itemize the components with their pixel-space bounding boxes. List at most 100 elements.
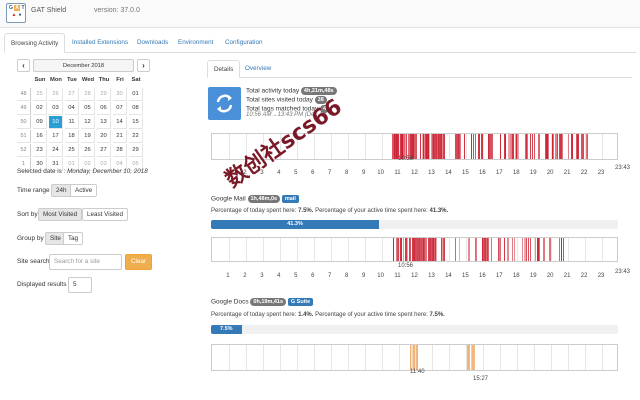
calendar-day[interactable]: 26 (81, 144, 95, 157)
hour-tick-label: 4 (277, 273, 281, 279)
calendar-day[interactable]: 28 (113, 144, 127, 157)
activity-mark (524, 238, 527, 261)
calendar-day[interactable]: 04 (65, 102, 79, 115)
site-timeline (211, 344, 618, 371)
activity-mark (392, 134, 394, 159)
calendar-day[interactable]: 27 (97, 144, 111, 157)
activity-mark (491, 238, 493, 261)
week-number: 51 (17, 130, 31, 143)
calendar-day[interactable]: 25 (33, 88, 47, 101)
calendar-day[interactable]: 28 (81, 88, 95, 101)
time-range-24h-button[interactable]: 24h (51, 184, 72, 197)
calendar-day[interactable]: 27 (65, 88, 79, 101)
timeline-gridline (279, 345, 281, 370)
calendar-day[interactable]: 14 (113, 116, 127, 129)
timeline-gridline (483, 345, 485, 370)
total-activity-label: Total activity today (246, 87, 300, 95)
timeline-gridline (449, 238, 451, 261)
sort-most-visited-button[interactable]: Most Visited (38, 208, 83, 221)
calendar-day[interactable]: 07 (113, 102, 127, 115)
activity-mark (476, 238, 478, 261)
activity-mark (414, 345, 416, 370)
group-by-label: Group by (17, 235, 44, 242)
calendar-day[interactable]: 18 (65, 130, 79, 143)
calendar-day[interactable]: 19 (81, 130, 95, 143)
calendar-day[interactable]: 15 (129, 116, 143, 129)
calendar-day[interactable]: 17 (49, 130, 63, 143)
activity-mark (420, 134, 422, 159)
tab-browsing-activity[interactable]: Browsing Activity (4, 33, 66, 53)
timeline-gridline (466, 134, 468, 159)
calendar-day[interactable]: 12 (81, 116, 95, 129)
month-title[interactable]: December 2018 (33, 59, 134, 72)
day-header: Wed (81, 77, 95, 83)
activity-mark (474, 134, 476, 159)
activity-mark (455, 238, 456, 261)
timeline-gridline (296, 134, 298, 159)
timeline-gridline (500, 345, 502, 370)
calendar-day[interactable]: 20 (97, 130, 111, 143)
hour-tick-label: 14 (445, 170, 452, 176)
calendar-day[interactable]: 21 (113, 130, 127, 143)
hour-tick-label: 5 (294, 170, 298, 176)
activity-mark (433, 238, 435, 261)
site-tag-badge[interactable]: G Suite (287, 298, 314, 306)
timeline-gridline (262, 345, 264, 370)
site-end-time: 23:43 (615, 269, 631, 275)
timeline-gridline (296, 238, 298, 261)
calendar-day[interactable]: 06 (97, 102, 111, 115)
activity-mark (440, 134, 443, 159)
calendar-day[interactable]: 24 (49, 144, 63, 157)
calendar-day[interactable]: 10 (49, 116, 63, 129)
calendar-day[interactable]: 09 (33, 116, 47, 129)
sort-least-visited-button[interactable]: Least Visited (82, 208, 128, 221)
calendar-day[interactable]: 29 (97, 88, 111, 101)
calendar-day[interactable]: 23 (33, 144, 47, 157)
tab-downloads[interactable]: Downloads (131, 33, 174, 53)
tab-overview[interactable]: Overview (239, 60, 277, 78)
activity-mark (538, 238, 539, 261)
calendar-day[interactable]: 16 (33, 130, 47, 143)
hour-tick-label: 5 (294, 273, 298, 279)
tab-configuration[interactable]: Configuration (219, 33, 268, 53)
time-range-active-button[interactable]: Active (70, 184, 98, 197)
calendar-day[interactable]: 02 (33, 102, 47, 115)
calendar-day[interactable]: 25 (65, 144, 79, 157)
calendar-day[interactable]: 01 (129, 88, 143, 101)
activity-mark (392, 238, 394, 261)
calendar-day[interactable]: 26 (49, 88, 63, 101)
hour-tick-label: 17 (495, 273, 503, 279)
activity-mark (426, 134, 428, 159)
calendar-day[interactable]: 03 (49, 102, 63, 115)
calendar-day[interactable]: 05 (81, 102, 95, 115)
timeline-gridline (245, 134, 247, 159)
site-start-time: 11:40 (410, 369, 425, 375)
overall-timeline (211, 133, 618, 160)
group-tag-button[interactable]: Tag (63, 232, 84, 245)
next-month-button[interactable]: › (137, 59, 150, 72)
timeline-gridline (585, 238, 587, 261)
hour-tick-label: 20 (546, 170, 554, 176)
displayed-results-input[interactable]: 5 (68, 277, 92, 293)
date-picker: ‹ December 2018 › Sun Mon Tue Wed Thu Fri Sat 4… (17, 59, 172, 171)
calendar-day[interactable]: 13 (97, 116, 111, 129)
site-search-input[interactable]: Search for a site (49, 254, 122, 270)
calendar-day[interactable]: 11 (65, 116, 79, 129)
site-name[interactable]: Google Mail (211, 196, 246, 203)
tab-environment[interactable]: Environment (172, 33, 219, 53)
timeline-gridline (330, 345, 332, 370)
active-percent-label: Percentage of your active time spent her… (315, 208, 428, 214)
today-percent-label: Percentage of today spent here: (211, 208, 297, 214)
prev-month-button[interactable]: ‹ (17, 59, 30, 72)
tab-details[interactable]: Details (207, 60, 241, 78)
calendar-day[interactable]: 30 (113, 88, 127, 101)
tab-installed-extensions[interactable]: Installed Extensions (66, 33, 134, 53)
calendar-day[interactable]: 29 (129, 144, 143, 157)
activity-mark (422, 238, 424, 261)
calendar-day[interactable]: 22 (129, 130, 143, 143)
calendar-day[interactable]: 08 (129, 102, 143, 115)
clear-button[interactable]: Clear (125, 254, 153, 270)
site-name[interactable]: Google Docs (211, 299, 249, 306)
site-tag-badge[interactable]: mail (281, 195, 299, 203)
total-activity: Total activity today 4h,21m,48s (246, 87, 337, 95)
